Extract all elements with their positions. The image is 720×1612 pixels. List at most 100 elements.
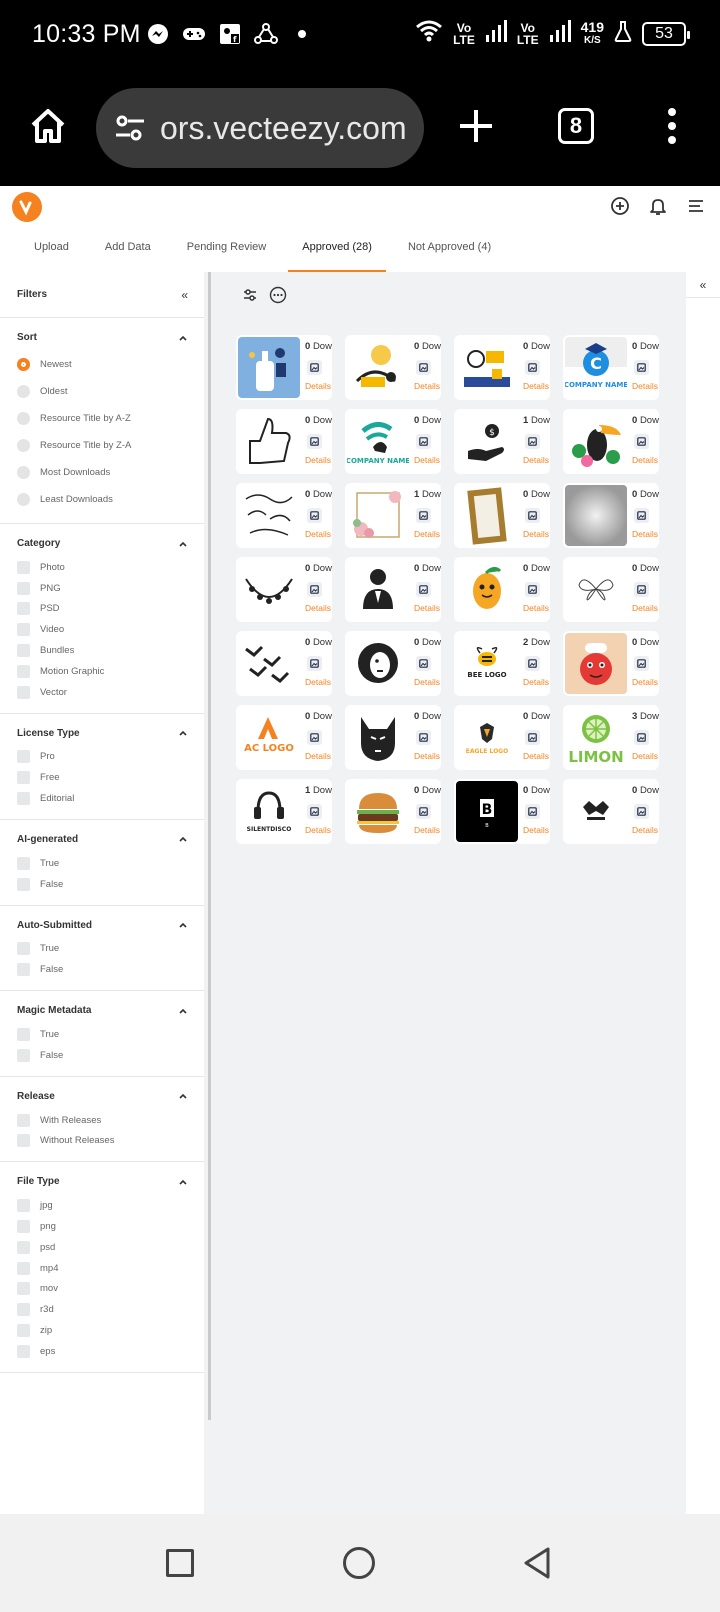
address-bar[interactable]: ors.vecteezy.com bbox=[96, 88, 424, 168]
image-icon[interactable] bbox=[525, 730, 540, 745]
filetype-option[interactable]: psd bbox=[0, 1237, 204, 1258]
checkbox[interactable] bbox=[17, 963, 30, 977]
details-link[interactable]: Details bbox=[414, 825, 440, 835]
asset-card[interactable]: 0 Downloac Details bbox=[563, 779, 659, 844]
image-icon[interactable] bbox=[416, 434, 431, 449]
details-link[interactable]: Details bbox=[632, 455, 658, 465]
details-link[interactable]: Details bbox=[632, 677, 658, 687]
asset-thumbnail[interactable]: BB bbox=[456, 781, 518, 842]
radio-button[interactable] bbox=[17, 412, 30, 425]
filetype-option[interactable]: png bbox=[0, 1216, 204, 1237]
asset-card[interactable]: 0 Downlo Details bbox=[236, 409, 332, 474]
checkbox[interactable] bbox=[17, 792, 30, 806]
image-icon[interactable] bbox=[416, 730, 431, 745]
image-icon[interactable] bbox=[634, 804, 649, 819]
new-tab-button[interactable] bbox=[456, 106, 496, 146]
release-option[interactable]: Without Releases bbox=[0, 1131, 204, 1152]
checkbox[interactable] bbox=[17, 856, 30, 870]
asset-card[interactable]: 0 Downlo Details bbox=[345, 557, 441, 622]
bell-icon[interactable] bbox=[648, 196, 668, 216]
image-icon[interactable] bbox=[416, 656, 431, 671]
magic-option[interactable]: False bbox=[0, 1045, 204, 1066]
image-icon[interactable] bbox=[416, 360, 431, 375]
checkbox[interactable] bbox=[17, 1324, 30, 1338]
asset-thumbnail[interactable] bbox=[565, 781, 627, 842]
radio-button[interactable] bbox=[17, 385, 30, 398]
magic-option[interactable]: True bbox=[0, 1024, 204, 1045]
asset-thumbnail[interactable] bbox=[456, 485, 518, 546]
back-button[interactable] bbox=[522, 1546, 552, 1580]
details-link[interactable]: Details bbox=[632, 529, 658, 539]
image-icon[interactable] bbox=[307, 730, 322, 745]
asset-card[interactable]: COMPANY NAME 0 Downlo Details bbox=[345, 409, 441, 474]
details-link[interactable]: Details bbox=[523, 677, 549, 687]
radio-button[interactable] bbox=[17, 466, 30, 479]
asset-card[interactable]: BB 0 Downlo Details bbox=[454, 779, 550, 844]
recents-button[interactable] bbox=[166, 1549, 194, 1577]
home-nav-button[interactable] bbox=[343, 1547, 375, 1579]
image-icon[interactable] bbox=[634, 656, 649, 671]
details-link[interactable]: Details bbox=[523, 751, 549, 761]
image-icon[interactable] bbox=[307, 434, 322, 449]
asset-thumbnail[interactable] bbox=[565, 411, 627, 472]
image-icon[interactable] bbox=[307, 804, 322, 819]
magic-metadata-header[interactable]: Magic Metadata bbox=[0, 999, 204, 1024]
license-header[interactable]: License Type bbox=[0, 722, 204, 747]
checkbox[interactable] bbox=[17, 1028, 30, 1042]
details-link[interactable]: Details bbox=[414, 677, 440, 687]
image-icon[interactable] bbox=[307, 508, 322, 523]
asset-card[interactable]: 0 Downlo Details bbox=[236, 483, 332, 548]
filetype-option[interactable]: jpg bbox=[0, 1195, 204, 1216]
asset-thumbnail[interactable] bbox=[347, 337, 409, 398]
browser-menu-button[interactable] bbox=[664, 106, 680, 146]
asset-thumbnail[interactable] bbox=[565, 485, 627, 546]
asset-thumbnail[interactable]: $ bbox=[456, 411, 518, 472]
details-link[interactable]: Details bbox=[305, 381, 331, 391]
url-text[interactable]: ors.vecteezy.com bbox=[160, 110, 410, 147]
tab-switcher-button[interactable]: 8 bbox=[558, 108, 594, 144]
image-icon[interactable] bbox=[634, 360, 649, 375]
asset-thumbnail[interactable]: COMPANY NAME bbox=[347, 411, 409, 472]
asset-card[interactable]: 1 Downlo Details bbox=[345, 483, 441, 548]
more-horiz-icon[interactable] bbox=[269, 286, 287, 304]
category-option[interactable]: Photo bbox=[0, 557, 204, 578]
asset-thumbnail[interactable]: EAGLE LOGO bbox=[456, 707, 518, 768]
asset-card[interactable]: 0 Downlo Details bbox=[236, 335, 332, 400]
checkbox[interactable] bbox=[17, 664, 30, 678]
tab-approved[interactable]: Approved (28) bbox=[284, 230, 390, 272]
release-option[interactable]: With Releases bbox=[0, 1110, 204, 1131]
checkbox[interactable] bbox=[17, 750, 30, 764]
image-icon[interactable] bbox=[307, 656, 322, 671]
checkbox[interactable] bbox=[17, 942, 30, 956]
asset-thumbnail[interactable]: C COMPANY NAME bbox=[565, 337, 627, 398]
filetype-option[interactable]: r3d bbox=[0, 1299, 204, 1320]
image-icon[interactable] bbox=[416, 582, 431, 597]
filetype-option[interactable]: eps bbox=[0, 1341, 204, 1362]
tune-icon[interactable] bbox=[241, 286, 259, 304]
asset-thumbnail[interactable] bbox=[456, 337, 518, 398]
asset-thumbnail[interactable] bbox=[238, 559, 300, 620]
checkbox[interactable] bbox=[17, 685, 30, 699]
auto-option[interactable]: True bbox=[0, 939, 204, 960]
image-icon[interactable] bbox=[525, 360, 540, 375]
asset-card[interactable]: EAGLE LOGO 0 Downlo Details bbox=[454, 705, 550, 770]
details-link[interactable]: Details bbox=[305, 677, 331, 687]
details-link[interactable]: Details bbox=[305, 751, 331, 761]
sort-option[interactable]: Oldest bbox=[0, 378, 204, 405]
asset-thumbnail[interactable] bbox=[238, 485, 300, 546]
category-option[interactable]: Video bbox=[0, 619, 204, 640]
asset-thumbnail[interactable] bbox=[347, 707, 409, 768]
asset-card[interactable]: 0 Downlo Details bbox=[236, 631, 332, 696]
checkbox[interactable] bbox=[17, 1344, 30, 1358]
sort-option[interactable]: Newest bbox=[0, 351, 204, 378]
collapse-sidebar-icon[interactable]: « bbox=[181, 288, 188, 302]
add-circle-icon[interactable] bbox=[610, 196, 630, 216]
category-option[interactable]: Motion Graphic bbox=[0, 661, 204, 682]
asset-thumbnail[interactable] bbox=[347, 485, 409, 546]
sort-header[interactable]: Sort bbox=[0, 326, 204, 351]
details-link[interactable]: Details bbox=[414, 751, 440, 761]
menu-icon[interactable] bbox=[686, 196, 706, 216]
asset-thumbnail[interactable]: LIMON bbox=[565, 707, 627, 768]
details-link[interactable]: Details bbox=[523, 455, 549, 465]
asset-thumbnail[interactable] bbox=[238, 633, 300, 694]
